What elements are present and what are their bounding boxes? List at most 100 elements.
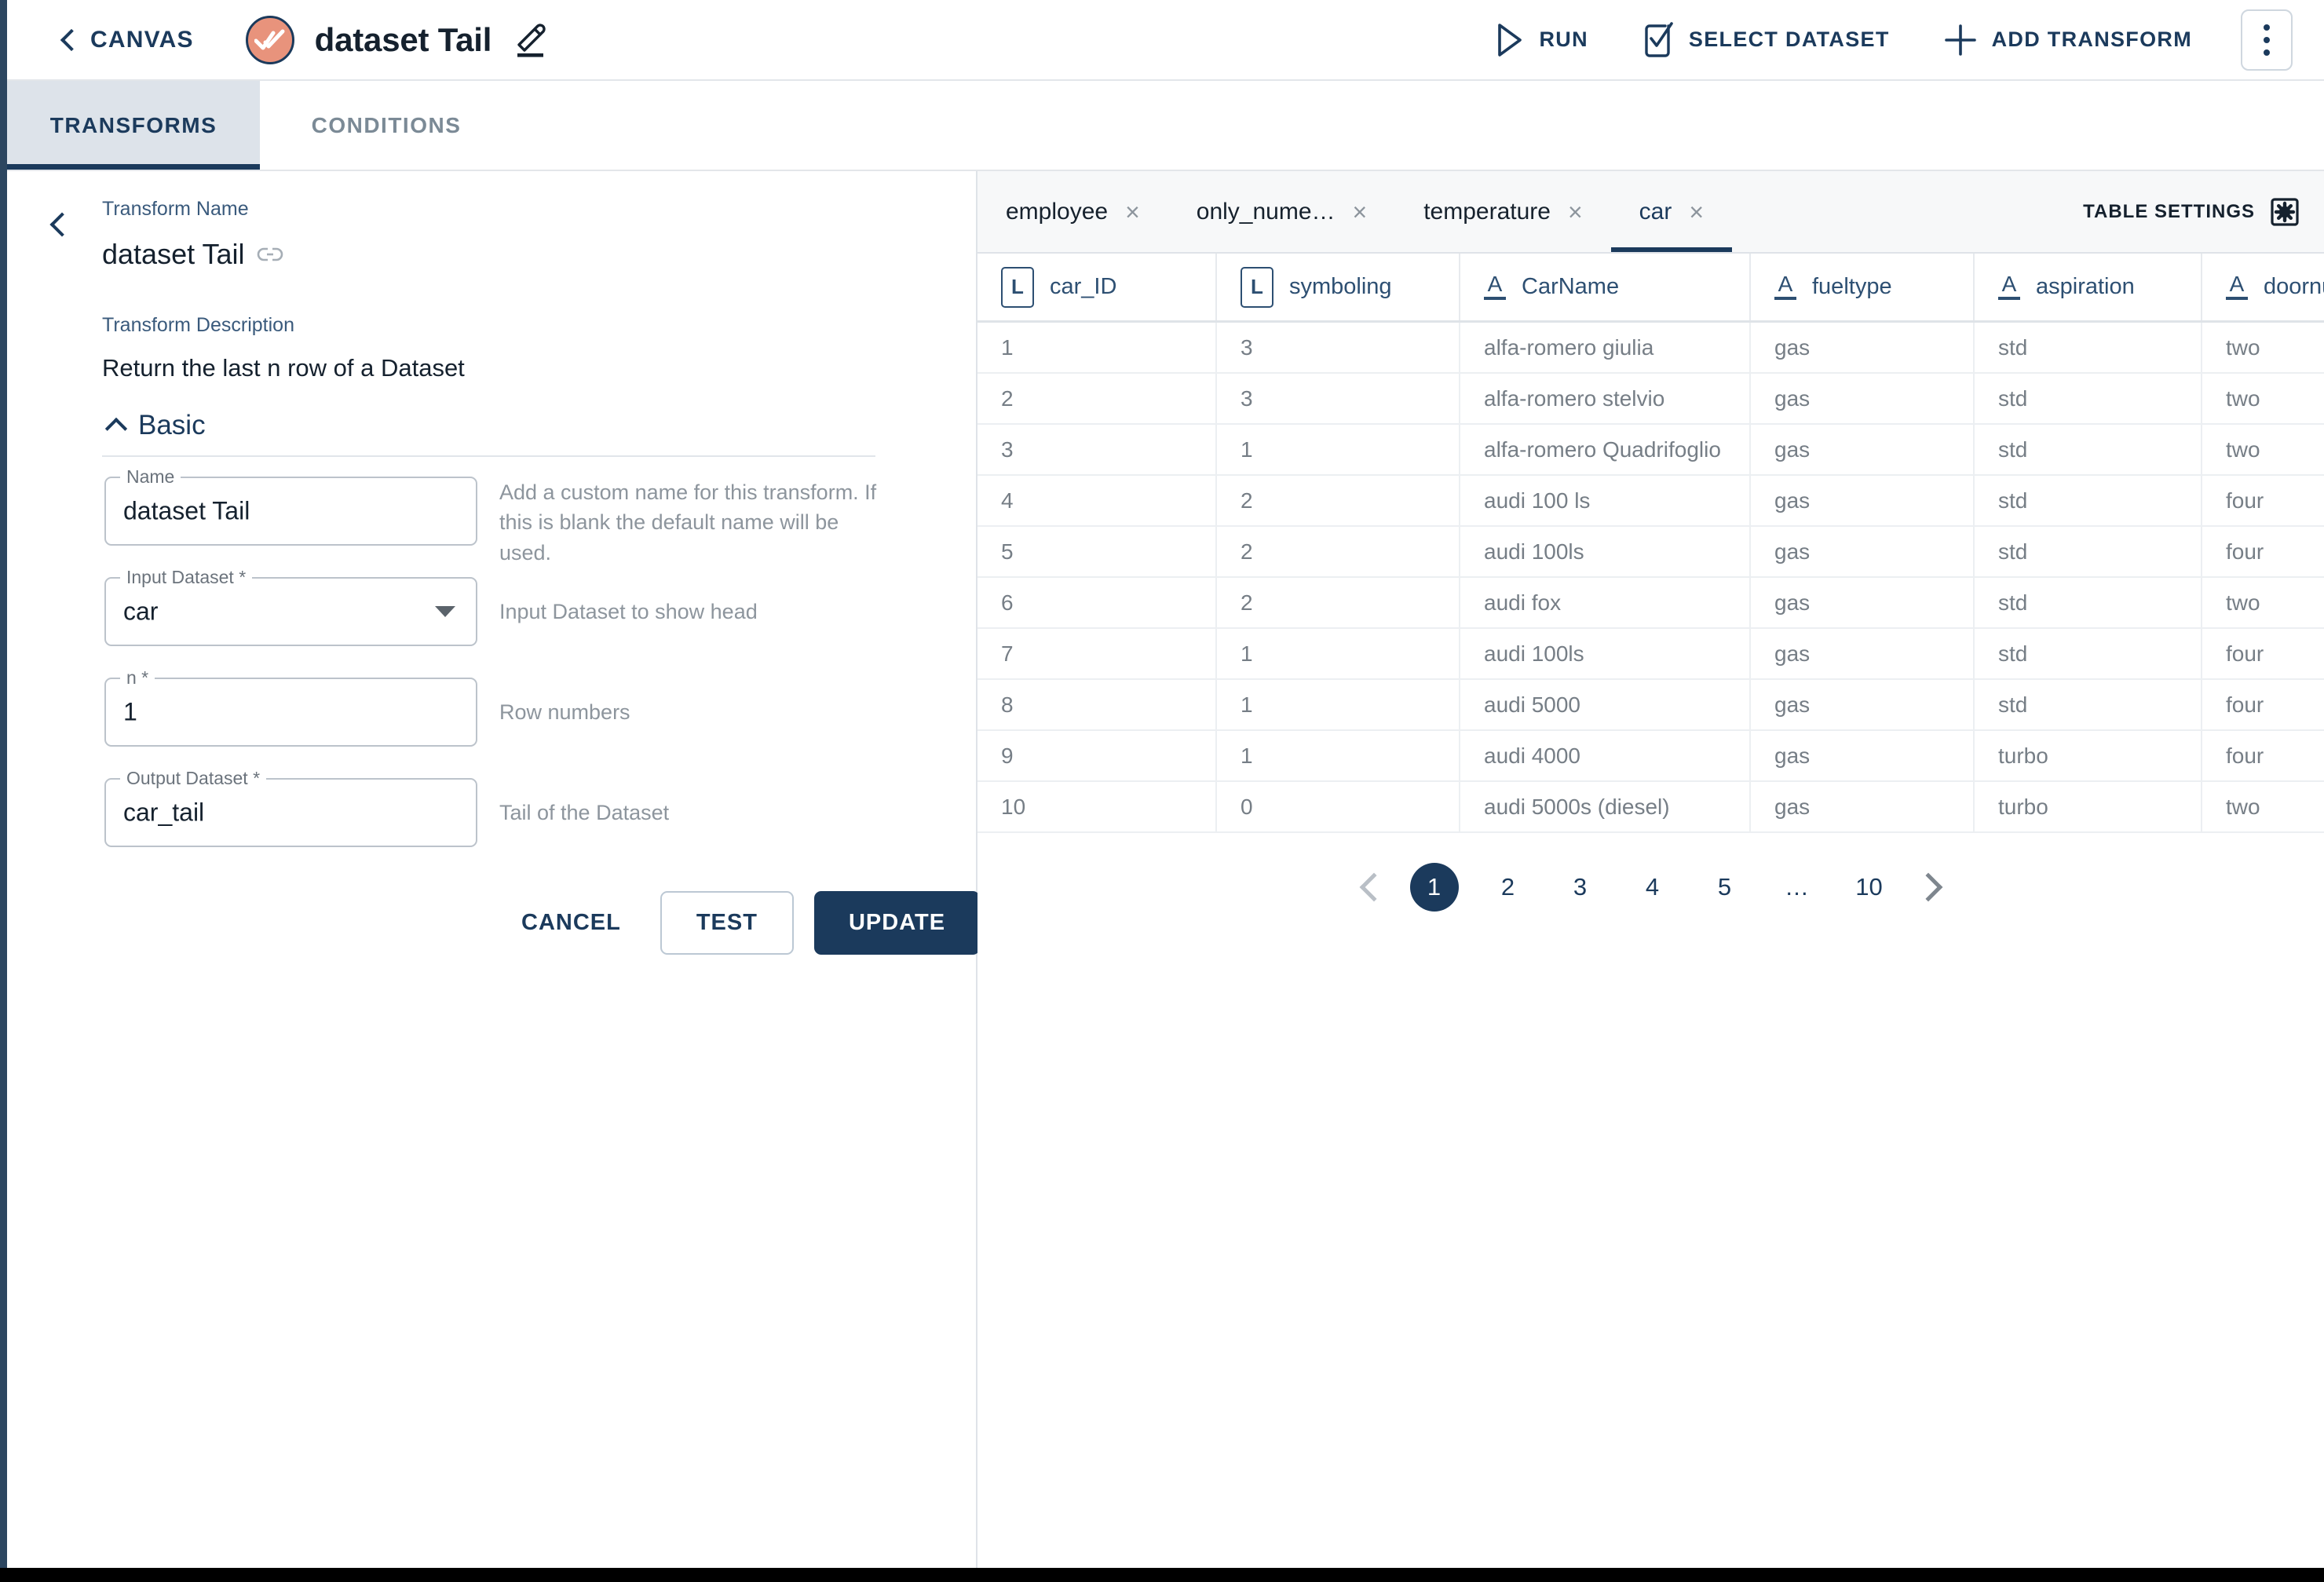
checkbox-check-icon (1645, 21, 1673, 57)
table-row[interactable]: 7 1 audi 100ls gas std four (977, 629, 2324, 680)
table-cell-doornumber: two (2202, 425, 2324, 474)
tab-conditions[interactable]: CONDITIONS (260, 81, 513, 170)
table-cell-symboling: 3 (1217, 323, 1460, 372)
output-dataset-field[interactable]: Output Dataset * car_tail (104, 768, 477, 847)
run-label: RUN (1539, 27, 1588, 51)
grid-body: 1 3 alfa-romero giulia gas std two 2 3 alfa-rome… (977, 323, 2324, 833)
input-dataset-select[interactable]: Input Dataset * car (104, 567, 477, 646)
output-dataset-value: car_tail (123, 798, 205, 827)
table-cell-aspiration: std (1975, 578, 2202, 627)
back-to-canvas-button[interactable]: CANVAS (60, 27, 194, 53)
table-row[interactable]: 2 3 alfa-romero stelvio gas std two (977, 374, 2324, 425)
table-cell-CarName: audi 5000s (diesel) (1460, 782, 1751, 831)
n-field[interactable]: n * 1 (104, 667, 477, 747)
column-header-aspiration[interactable]: Aaspiration (1975, 254, 2202, 320)
dataset-tab-temperature[interactable]: temperature × (1395, 171, 1610, 252)
gear-icon (2271, 197, 2299, 226)
run-button[interactable]: RUN (1467, 9, 1615, 71)
tab-transforms-label: TRANSFORMS (49, 112, 217, 137)
table-settings-button[interactable]: TABLE SETTINGS (2083, 171, 2299, 252)
basic-section-toggle[interactable]: Basic (104, 410, 206, 441)
update-button[interactable]: UPDATE (813, 891, 981, 955)
left-edge-strip (0, 0, 7, 1568)
basic-section-label: Basic (138, 410, 206, 440)
table-row[interactable]: 5 2 audi 100ls gas std four (977, 527, 2324, 578)
table-row[interactable]: 3 1 alfa-romero Quadrifoglio gas std two (977, 425, 2324, 476)
dataset-tab-employee[interactable]: employee × (977, 171, 1168, 252)
name-field[interactable]: Name dataset Tail (104, 466, 477, 546)
chevron-up-icon (104, 417, 128, 440)
table-row[interactable]: 9 1 audi 4000 gas turbo four (977, 731, 2324, 782)
edit-title-button[interactable] (513, 21, 548, 59)
panel-tabbar: TRANSFORMS CONDITIONS (7, 81, 2324, 171)
page-title: dataset Tail (314, 20, 492, 58)
table-cell-fueltype: gas (1751, 731, 1975, 780)
input-dataset-label: Input Dataset * (120, 567, 253, 588)
table-cell-CarName: audi 100ls (1460, 527, 1751, 576)
add-transform-button[interactable]: ADD TRANSFORM (1917, 9, 2219, 71)
dataset-tab-only_nume[interactable]: only_nume… × (1168, 171, 1395, 252)
table-cell-symboling: 3 (1217, 374, 1460, 423)
table-cell-car_ID: 7 (977, 629, 1217, 678)
n-field-helper: Row numbers (499, 700, 630, 724)
transform-name-caption: Transform Name (102, 198, 249, 220)
chevron-left-icon (60, 28, 83, 52)
cancel-button[interactable]: CANCEL (495, 893, 648, 953)
table-row[interactable]: 10 0 audi 5000s (diesel) gas turbo two (977, 782, 2324, 833)
avatar (245, 15, 294, 64)
pagination-page-5[interactable]: 5 (1702, 864, 1748, 910)
dataset-tabbar: employee × only_nume… × temperature × car × TAB… (977, 171, 2324, 254)
close-icon[interactable]: × (1353, 199, 1368, 225)
table-cell-fueltype: gas (1751, 374, 1975, 423)
table-cell-car_ID: 4 (977, 476, 1217, 525)
table-cell-car_ID: 6 (977, 578, 1217, 627)
pagination-page-1[interactable]: 1 (1409, 863, 1459, 912)
output-dataset-label: Output Dataset * (120, 768, 267, 789)
table-cell-car_ID: 10 (977, 782, 1217, 831)
column-header-symboling[interactable]: Lsymboling (1217, 254, 1460, 320)
select-dataset-button[interactable]: SELECT DATASET (1615, 9, 1917, 71)
link-icon[interactable] (257, 247, 283, 262)
column-header-fueltype[interactable]: Afueltype (1751, 254, 1975, 320)
pagination-page-4[interactable]: 4 (1630, 864, 1675, 910)
pagination-next-button[interactable] (1913, 872, 1942, 902)
table-cell-CarName: audi 100ls (1460, 629, 1751, 678)
column-header-CarName[interactable]: A CarName (1460, 254, 1751, 320)
type-text-icon: A (1484, 272, 1506, 301)
kebab-dot (2264, 49, 2270, 56)
table-cell-aspiration: turbo (1975, 782, 2202, 831)
close-icon[interactable]: × (1568, 199, 1583, 225)
table-cell-aspiration: std (1975, 374, 2202, 423)
pagination-ellipsis: … (1785, 873, 1809, 901)
table-row[interactable]: 6 2 audi fox gas std two (977, 578, 2324, 629)
table-cell-fueltype: gas (1751, 527, 1975, 576)
close-icon[interactable]: × (1689, 199, 1704, 225)
table-cell-fueltype: gas (1751, 476, 1975, 525)
transform-name-block: Transform Name dataset Tail (102, 198, 283, 271)
table-row[interactable]: 4 2 audi 100 ls gas std four (977, 476, 2324, 527)
pagination-page-10[interactable]: 10 (1847, 864, 1892, 910)
bottom-band (0, 1568, 2324, 1582)
column-header-doornumber[interactable]: Adoornumber (2202, 254, 2324, 320)
pagination-prev-button[interactable] (1359, 872, 1388, 902)
overflow-menu-button[interactable] (2241, 9, 2293, 71)
table-row[interactable]: 1 3 alfa-romero giulia gas std two (977, 323, 2324, 374)
table-row[interactable]: 8 1 audi 5000 gas std four (977, 680, 2324, 731)
test-button[interactable]: TEST (660, 891, 794, 955)
table-cell-aspiration: std (1975, 323, 2202, 372)
tab-transforms[interactable]: TRANSFORMS (7, 81, 260, 170)
name-field-label: Name (120, 466, 181, 488)
dataset-tab-car[interactable]: car × (1610, 171, 1733, 252)
dataset-tab-label: temperature (1423, 198, 1551, 225)
pagination-page-2[interactable]: 2 (1485, 864, 1531, 910)
close-icon[interactable]: × (1125, 199, 1140, 225)
type-text-icon: A (1998, 272, 2020, 301)
n-field-value: 1 (123, 697, 137, 726)
n-field-label: n * (120, 667, 155, 689)
table-cell-fueltype: gas (1751, 629, 1975, 678)
pagination-page-3[interactable]: 3 (1558, 864, 1603, 910)
chevron-down-icon[interactable] (435, 606, 455, 617)
dataset-tab-label: only_nume… (1196, 198, 1336, 225)
table-cell-doornumber: four (2202, 731, 2324, 780)
column-header-car_ID[interactable]: Lcar_ID (977, 254, 1217, 320)
